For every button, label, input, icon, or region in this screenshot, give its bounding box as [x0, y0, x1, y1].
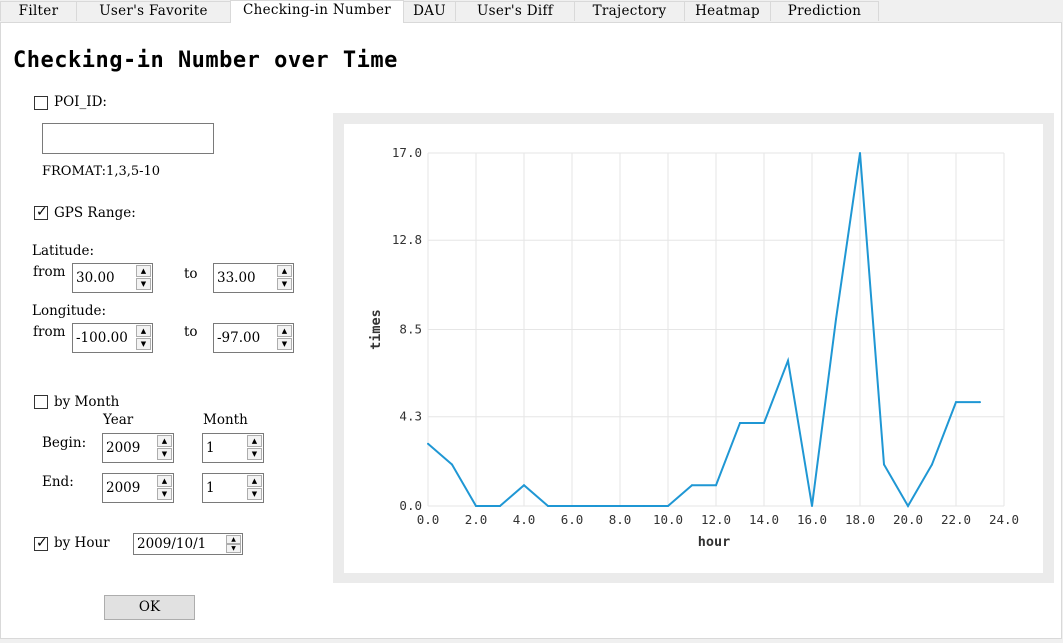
- data-point: [715, 484, 717, 487]
- x-tick-label: 10.0: [653, 512, 683, 527]
- x-tick-label: 16.0: [797, 512, 827, 527]
- data-point: [955, 401, 957, 404]
- data-point: [763, 421, 765, 424]
- data-point: [739, 421, 741, 424]
- y-tick-label: 17.0: [392, 145, 422, 160]
- checkin-line-chart: 0.0 2.0 4.0 6.0 8.0 10.0 12.0 14.0 16.0 18.0 20.0 2…: [368, 145, 1019, 550]
- x-tick-label: 24.0: [989, 512, 1019, 527]
- data-point: [523, 484, 525, 487]
- data-point: [859, 152, 861, 154]
- data-point: [883, 463, 885, 466]
- data-point: [979, 401, 981, 404]
- x-tick-label: 22.0: [941, 512, 971, 527]
- data-point: [907, 505, 909, 507]
- data-point: [835, 318, 837, 321]
- data-point: [619, 505, 621, 507]
- data-point: [667, 505, 669, 507]
- y-tick-label: 12.8: [392, 232, 422, 247]
- x-tick-label: 2.0: [465, 512, 488, 527]
- data-point: [427, 442, 429, 445]
- x-tick-label: 4.0: [513, 512, 536, 527]
- data-point: [691, 484, 693, 487]
- data-point: [475, 505, 477, 507]
- x-tick-label: 0.0: [417, 512, 440, 527]
- data-point: [499, 505, 501, 507]
- data-point: [595, 505, 597, 507]
- x-tick-label: 14.0: [749, 512, 779, 527]
- data-point: [571, 505, 573, 507]
- y-axis-label: times: [368, 309, 384, 350]
- data-point: [451, 463, 453, 466]
- y-tick-label: 0.0: [399, 498, 422, 513]
- x-axis-label: hour: [698, 534, 731, 550]
- x-tick-label: 20.0: [893, 512, 923, 527]
- x-tick-label: 6.0: [561, 512, 584, 527]
- data-point: [547, 505, 549, 507]
- x-tick-label: 12.0: [701, 512, 731, 527]
- data-point: [643, 505, 645, 507]
- data-point: [787, 359, 789, 362]
- x-tick-label: 18.0: [845, 512, 875, 527]
- y-tick-label: 8.5: [399, 322, 422, 337]
- x-tick-label: 8.0: [609, 512, 632, 527]
- data-point: [811, 505, 813, 507]
- tab-checking-in-number[interactable]: Checking-in Number: [230, 0, 404, 23]
- y-tick-label: 4.3: [399, 409, 422, 424]
- data-point: [931, 463, 933, 466]
